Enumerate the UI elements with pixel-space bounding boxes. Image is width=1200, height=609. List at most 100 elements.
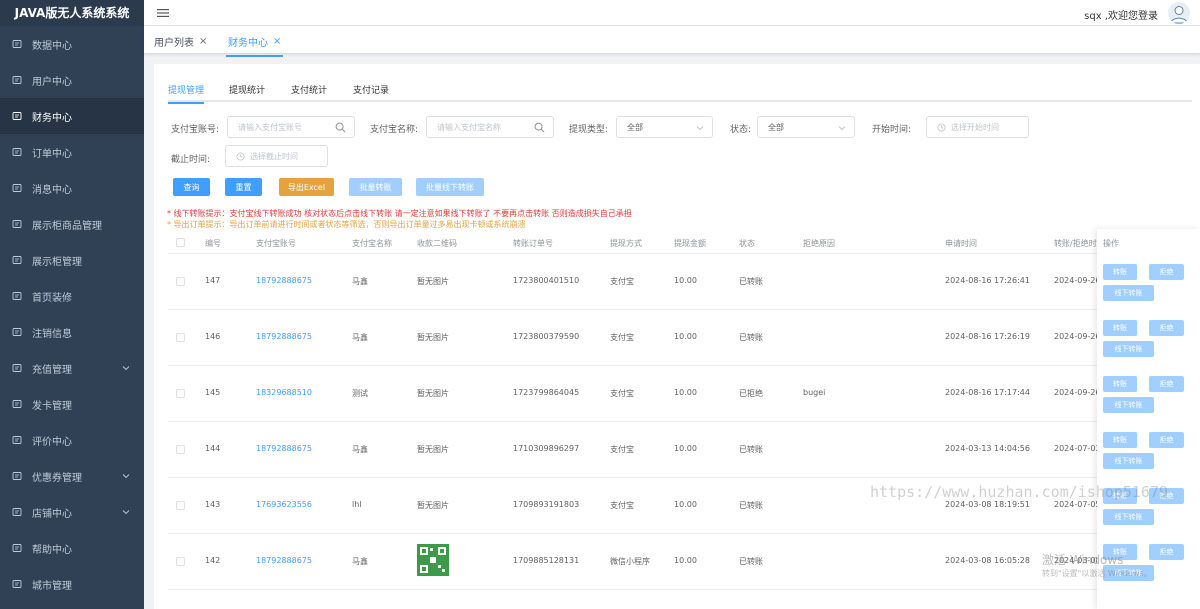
offline-transfer-button[interactable]: 线下转账	[1103, 453, 1154, 469]
transfer-button[interactable]: 转账	[1103, 264, 1137, 280]
row-checkbox[interactable]	[176, 277, 185, 286]
row-checkbox[interactable]	[176, 333, 185, 342]
cell-qr: 暂无图片	[417, 389, 449, 398]
offline-transfer-button[interactable]: 线下转账	[1103, 285, 1154, 301]
avatar[interactable]	[1168, 2, 1190, 24]
sidebar-item[interactable]: 展示柜管理	[0, 242, 144, 278]
cell-name: 马鑫	[352, 557, 368, 566]
sidebar-item[interactable]: 订单中心	[0, 134, 144, 170]
cell-order: 1723800379590	[513, 332, 580, 341]
reject-button[interactable]: 拒绝	[1149, 376, 1184, 392]
status-select[interactable]: 全部	[757, 116, 855, 138]
sidebar-item[interactable]: 数据中心	[0, 26, 144, 62]
cell-account[interactable]: 18329688510	[256, 388, 312, 397]
sidebar-item[interactable]: 帮助中心	[0, 530, 144, 566]
export-excel-button[interactable]: 导出Excel	[279, 178, 334, 196]
transfer-button[interactable]: 转账	[1103, 376, 1137, 392]
cell-order: 1723799864045	[513, 388, 580, 397]
reject-button[interactable]: 拒绝	[1149, 432, 1184, 448]
row-checkbox[interactable]	[176, 557, 185, 566]
offline-transfer-button[interactable]: 线下转账	[1103, 397, 1154, 413]
end-time-input[interactable]: 选择截止时间	[225, 145, 328, 167]
cell-order: 1710309896297	[513, 444, 580, 453]
cell-account[interactable]: 17693623556	[256, 500, 312, 509]
search-icon	[534, 122, 545, 133]
reject-button[interactable]: 拒绝	[1149, 264, 1184, 280]
main-panel: 提现管理 提现统计 支付统计 支付记录 支付宝账号: 请输入支付宝账号 支付宝名…	[154, 64, 1200, 609]
tab-payment-records[interactable]: 支付记录	[353, 83, 389, 96]
cell-account[interactable]: 18792888675	[256, 276, 312, 285]
tab-withdraw-stats[interactable]: 提现统计	[229, 83, 265, 96]
sidebar-item[interactable]: 用户中心	[0, 62, 144, 98]
clock-icon	[236, 151, 245, 161]
sidebar-item[interactable]: 展示柜商品管理	[0, 206, 144, 242]
sidebar-item[interactable]: 城市管理	[0, 566, 144, 602]
batch-offline-transfer-button[interactable]: 批量线下转账	[416, 178, 484, 196]
cell-account[interactable]: 18792888675	[256, 556, 312, 565]
sidebar-item[interactable]: 店铺中心	[0, 494, 144, 530]
offline-transfer-button[interactable]: 线下转账	[1103, 509, 1154, 525]
cell-account[interactable]: 18792888675	[256, 444, 312, 453]
row-checkbox[interactable]	[176, 389, 185, 398]
cell-amount: 10.00	[674, 332, 697, 341]
reject-button[interactable]: 拒绝	[1149, 544, 1184, 560]
cell-method: 微信小程序	[610, 557, 650, 566]
sidebar-item[interactable]: 发卡管理	[0, 386, 144, 422]
alipay-account-input[interactable]: 请输入支付宝账号	[227, 116, 355, 138]
cell-status: 已转账	[739, 557, 763, 566]
activate-windows-title: 激活 Windows	[1042, 553, 1124, 567]
sidebar-item[interactable]: 注销信息	[0, 314, 144, 350]
cell-amount: 10.00	[674, 500, 697, 509]
tab-withdraw-management[interactable]: 提现管理	[168, 83, 205, 104]
sidebar-item-label: 注销信息	[32, 328, 72, 340]
hamburger-icon[interactable]	[156, 6, 170, 20]
start-time-input[interactable]: 选择开始时间	[926, 116, 1029, 138]
tab-payment-stats[interactable]: 支付统计	[291, 83, 327, 96]
query-button[interactable]: 查询	[173, 178, 210, 196]
row-checkbox[interactable]	[176, 501, 185, 510]
cell-status: 已转账	[739, 333, 763, 342]
reset-button[interactable]: 重置	[225, 178, 262, 196]
sidebar-item[interactable]: 充值管理	[0, 350, 144, 386]
cell-account[interactable]: 18792888675	[256, 332, 312, 341]
col-status: 状态	[739, 239, 755, 248]
transfer-button[interactable]: 转账	[1103, 320, 1137, 336]
close-icon[interactable]: ×	[199, 36, 207, 47]
qr-code-image[interactable]	[417, 544, 449, 576]
sidebar-item[interactable]: 消息中心	[0, 170, 144, 206]
select-all-checkbox[interactable]	[176, 238, 185, 247]
row-checkbox[interactable]	[176, 445, 185, 454]
sidebar-item[interactable]: 优惠券管理	[0, 458, 144, 494]
cell-name: lhl	[352, 500, 362, 509]
offline-transfer-tip: * 线下转账提示：支付宝线下转账成功 核对状态后点击线下转账 请一定注意如果线下…	[167, 209, 632, 218]
offline-transfer-button[interactable]: 线下转账	[1103, 341, 1154, 357]
sidebar-item-label: 订单中心	[32, 148, 72, 160]
end-time-label: 截止时间:	[171, 155, 211, 165]
export-order-tip: * 导出订单提示：导出订单前请进行时间或者状态等筛选，否则导出订单量过多易出现卡…	[167, 220, 526, 229]
alipay-name-input[interactable]: 请输入支付宝名称	[426, 116, 554, 138]
dashboard-icon	[12, 39, 22, 49]
sidebar-item[interactable]: 首页装修	[0, 278, 144, 314]
batch-transfer-button[interactable]: 批量转账	[349, 178, 402, 196]
withdraw-type-select[interactable]: 全部	[616, 116, 713, 138]
sidebar-item[interactable]: 评价中心	[0, 422, 144, 458]
activate-windows-subtitle: 转到"设置"以激活 Windows。	[1042, 569, 1152, 578]
status-label: 状态:	[730, 125, 752, 135]
close-icon[interactable]: ×	[273, 36, 281, 47]
cell-method: 支付宝	[610, 277, 634, 286]
cell-done-time: 2024-09-26	[1054, 276, 1101, 285]
col-method: 提现方式	[610, 239, 642, 248]
tag-finance-center[interactable]: 财务中心 ×	[225, 34, 284, 57]
transfer-button[interactable]: 转账	[1103, 432, 1137, 448]
wallet-icon	[12, 111, 22, 121]
tag-user-list[interactable]: 用户列表 ×	[154, 34, 207, 49]
help-icon	[12, 543, 22, 553]
search-icon	[335, 122, 346, 133]
store-icon	[12, 507, 22, 517]
col-reject-reason: 拒绝原因	[803, 239, 835, 248]
cell-order: 1709893191803	[513, 500, 580, 509]
cell-qr: 暂无图片	[417, 333, 449, 342]
sidebar-item[interactable]: 财务中心	[0, 98, 144, 134]
reject-button[interactable]: 拒绝	[1149, 320, 1184, 336]
col-amount: 提现金额	[674, 239, 706, 248]
